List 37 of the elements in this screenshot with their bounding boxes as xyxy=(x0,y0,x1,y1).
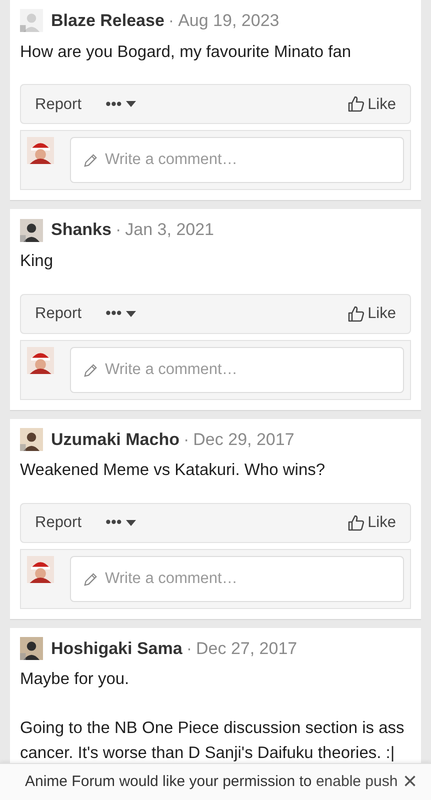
thumbs-up-icon xyxy=(348,514,364,531)
report-link[interactable]: Report xyxy=(35,511,82,534)
report-link[interactable]: Report xyxy=(35,92,82,116)
pencil-icon xyxy=(83,572,98,587)
post-text: Weakened Meme vs Katakuri. Who wins? xyxy=(20,460,326,481)
caret-icon xyxy=(126,520,136,526)
pencil-icon xyxy=(83,153,98,168)
separator-dot: · xyxy=(115,219,122,242)
like-button[interactable]: Like xyxy=(348,92,396,116)
separator-dot: · xyxy=(168,10,174,32)
username[interactable]: Hoshigaki Sama xyxy=(51,636,182,662)
close-button[interactable]: × xyxy=(402,770,417,794)
enable-push-link[interactable]: enable push xyxy=(316,772,398,790)
thumbs-up-icon xyxy=(348,96,364,112)
separator-dot: · xyxy=(183,428,190,450)
like-button[interactable]: Like xyxy=(348,511,396,534)
post-text: How are you Bogard, my favourite Minato fan xyxy=(20,42,352,62)
comment-field[interactable]: Write a comment… xyxy=(70,346,404,392)
more-menu[interactable]: ••• xyxy=(106,92,136,116)
username[interactable]: Uzumaki Macho xyxy=(51,426,180,452)
username[interactable]: Blaze Release xyxy=(51,8,164,34)
banner-text: Anime Forum would like your permission to enable push xyxy=(25,772,398,792)
post-text: King xyxy=(20,250,54,272)
caret-icon xyxy=(126,310,136,316)
username[interactable]: Shanks xyxy=(51,217,112,243)
post-text: Going to the NB One Piece discussion section is ass cancer. It's worse than D Sanji's Daifuku theories. :| xyxy=(20,718,406,764)
comment-field[interactable]: Write a comment… xyxy=(70,137,404,184)
separator-dot: · xyxy=(186,638,192,660)
post-text: Maybe for you. xyxy=(20,669,130,690)
caret-icon xyxy=(126,101,136,108)
comment-field[interactable]: Write a comment… xyxy=(70,556,404,602)
like-button[interactable]: Like xyxy=(348,302,396,326)
more-menu[interactable]: ••• xyxy=(106,511,136,534)
more-menu[interactable]: ••• xyxy=(106,302,136,326)
thumbs-up-icon xyxy=(348,306,364,322)
report-link[interactable]: Report xyxy=(35,302,82,326)
pencil-icon xyxy=(83,362,98,378)
